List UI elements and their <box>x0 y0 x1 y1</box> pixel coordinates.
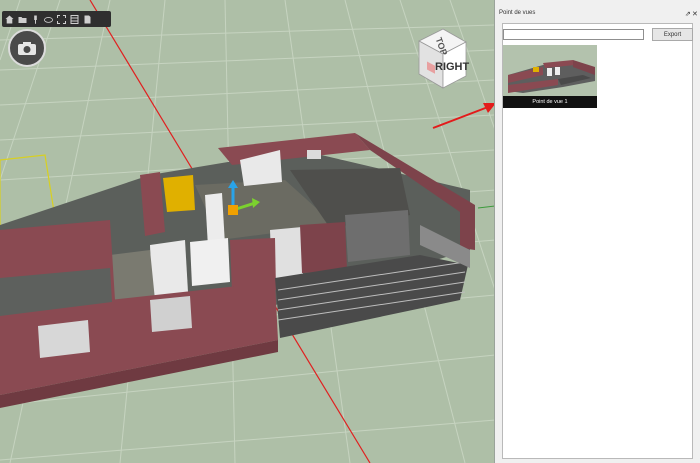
view-cube-right-label: RIGHT <box>435 61 470 73</box>
viewpoints-panel: Point de vues ⇗ ✕ Export Point de vue 1 <box>495 0 700 463</box>
viewpoint-preview-image <box>503 45 597 96</box>
viewpoint-thumbnail[interactable]: Point de vue 1 <box>503 45 597 108</box>
pin-icon[interactable] <box>31 14 40 24</box>
fullscreen-icon[interactable] <box>70 14 79 24</box>
camera-button[interactable] <box>8 29 46 67</box>
annotation-arrow <box>432 103 494 129</box>
cloud-icon[interactable] <box>44 14 53 24</box>
search-input[interactable] <box>503 29 644 40</box>
fit-icon[interactable] <box>57 14 66 24</box>
view-cube[interactable]: TOP RIGHT <box>413 24 473 90</box>
page-icon[interactable] <box>83 14 92 24</box>
yellow-door <box>163 175 195 212</box>
viewer-toolbar <box>2 11 111 27</box>
panel-title: Point de vues <box>499 10 536 16</box>
open-folder-icon[interactable] <box>18 14 27 24</box>
close-icon[interactable]: ✕ <box>692 10 698 20</box>
home-icon[interactable] <box>5 14 14 24</box>
camera-icon <box>18 41 36 55</box>
pin-panel-icon[interactable]: ⇗ <box>685 10 691 20</box>
panel-header: Point de vues ⇗ ✕ <box>495 9 700 23</box>
3d-viewport[interactable]: TOP RIGHT <box>0 0 495 463</box>
viewpoint-label: Point de vue 1 <box>503 96 597 108</box>
export-button[interactable]: Export <box>652 28 693 41</box>
panel-content: Export Point de vue 1 <box>502 23 693 459</box>
